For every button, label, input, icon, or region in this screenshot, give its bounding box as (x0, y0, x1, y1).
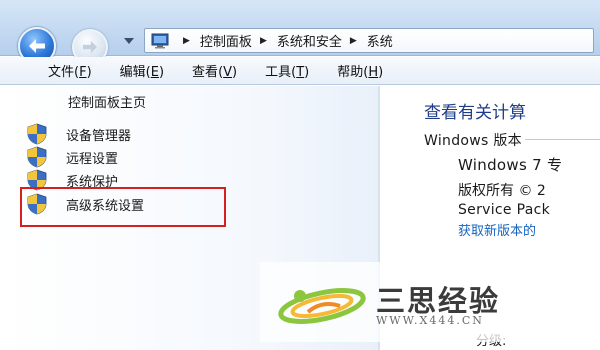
windows-edition-value: Windows 7 专 (458, 156, 563, 174)
menu-bar: 文件(F) 编辑(E) 查看(V) 工具(T) 帮助(H) (0, 57, 600, 85)
task-remote-settings[interactable]: 远程设置 (26, 146, 118, 168)
menu-edit-label: 编辑 (119, 65, 146, 80)
menu-view[interactable]: 查看(V) (192, 61, 237, 80)
menu-help-key: H (368, 65, 379, 80)
menu-tools[interactable]: 工具(T) (265, 61, 309, 80)
breadcrumb-separator-icon: ▶ (183, 35, 190, 46)
menu-file[interactable]: 文件(F) (48, 61, 92, 80)
computer-icon (151, 33, 169, 48)
menu-help-label: 帮助 (337, 65, 364, 80)
windows-edition-heading: Windows 版本 (424, 133, 522, 149)
control-panel-home-link[interactable]: 控制面板主页 (68, 92, 146, 111)
breadcrumb-control-panel[interactable]: 控制面板 (200, 31, 252, 50)
back-arrow-icon (29, 39, 45, 53)
chevron-down-icon (124, 38, 134, 44)
recent-pages-dropdown[interactable] (122, 35, 136, 47)
uac-shield-icon (27, 146, 47, 168)
menu-file-label: 文件 (48, 65, 75, 80)
menu-help[interactable]: 帮助(H) (337, 61, 383, 80)
menu-view-label: 查看 (192, 65, 219, 80)
breadcrumb-system[interactable]: 系统 (367, 31, 393, 50)
task-device-manager-label: 设备管理器 (66, 128, 132, 144)
address-bar[interactable]: ▶ 控制面板 ▶ 系统和安全 ▶ 系统 (144, 28, 594, 53)
menu-file-key: F (79, 65, 87, 80)
get-new-version-link[interactable]: 获取新版本的 (458, 220, 536, 239)
forward-arrow-icon (83, 40, 97, 54)
breadcrumb-separator-icon[interactable]: ▶ (350, 36, 357, 46)
task-device-manager[interactable]: 设备管理器 (26, 123, 131, 145)
task-remote-settings-label: 远程设置 (66, 151, 119, 167)
menu-tools-label: 工具 (265, 65, 292, 80)
page-title: 查看有关计算 (424, 103, 526, 123)
copyright-text: 版权所有 © 2 (458, 183, 546, 199)
watermark-logo (278, 288, 366, 324)
window-titlebar: ▶ 控制面板 ▶ 系统和安全 ▶ 系统 (0, 0, 600, 65)
section-divider (525, 139, 600, 140)
uac-shield-icon (27, 123, 47, 145)
breadcrumb-separator-icon[interactable]: ▶ (260, 36, 267, 46)
highlight-annotation-box (20, 187, 226, 227)
breadcrumb-system-and-security[interactable]: 系统和安全 (277, 31, 342, 50)
menu-view-key: V (223, 65, 233, 80)
service-pack-text: Service Pack (458, 202, 550, 218)
watermark-url: WWW.X444.CN (376, 314, 484, 327)
menu-edit[interactable]: 编辑(E) (120, 61, 164, 80)
menu-tools-key: T (296, 65, 305, 80)
menu-edit-key: E (150, 65, 159, 80)
